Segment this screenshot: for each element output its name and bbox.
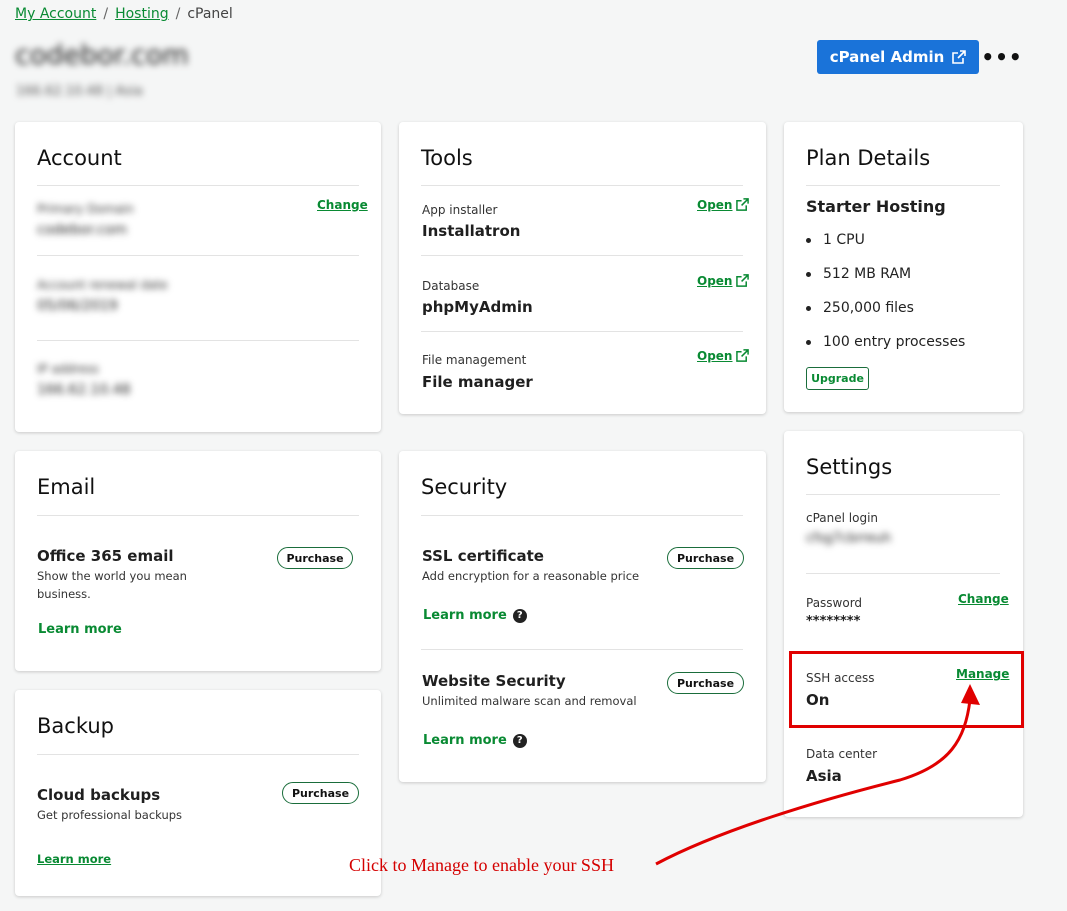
email-purchase-button[interactable]: Purchase — [277, 547, 353, 569]
email-card: Email Office 365 email Show the world yo… — [15, 451, 381, 671]
backup-purchase-button[interactable]: Purchase — [282, 782, 359, 804]
website-security-purchase-button[interactable]: Purchase — [667, 672, 744, 694]
breadcrumb-current: cPanel — [187, 6, 233, 22]
password-label: Password — [806, 596, 863, 610]
plan-features-list: 1 CPU 512 MB RAM 250,000 files 100 entry… — [806, 232, 965, 368]
data-center-value: Asia — [806, 767, 842, 785]
help-icon: ? — [512, 608, 527, 623]
ssl-product-description: Add encryption for a reasonable price — [422, 569, 640, 583]
email-learn-more-link[interactable]: Learn more — [38, 622, 122, 637]
breadcrumb-hosting-link[interactable]: Hosting — [115, 6, 169, 22]
password-value: ******** — [806, 614, 861, 629]
change-domain-link[interactable]: Change — [317, 198, 368, 212]
page-subtitle-ip: 166.62.10.48 | Asia — [16, 84, 143, 99]
settings-card: Settings cPanel login cfsg7cbrreuh Passw… — [784, 431, 1023, 817]
primary-domain-value: codebor.com — [37, 222, 128, 238]
file-management-value: File manager — [422, 373, 533, 391]
data-center-label: Data center — [806, 747, 878, 761]
plan-name: Starter Hosting — [806, 197, 946, 216]
cpanel-login-label: cPanel login — [806, 511, 879, 525]
ssl-product-name: SSL certificate — [422, 547, 544, 565]
more-options-button[interactable]: ••• — [981, 44, 1021, 70]
database-value: phpMyAdmin — [422, 298, 533, 316]
ip-address-value: 166.62.10.48 — [37, 382, 131, 398]
account-title: Account — [37, 146, 122, 170]
website-security-product-name: Website Security — [422, 672, 566, 690]
plan-details-card: Plan Details Starter Hosting 1 CPU 512 M… — [784, 122, 1023, 412]
external-link-icon — [952, 50, 967, 64]
open-installatron-link[interactable]: Open — [697, 198, 750, 212]
email-product-name: Office 365 email — [37, 547, 174, 565]
help-icon: ? — [512, 733, 527, 748]
cpanel-admin-button[interactable]: cPanel Admin — [817, 40, 979, 74]
list-item: 100 entry processes — [806, 334, 965, 368]
upgrade-button[interactable]: Upgrade — [806, 367, 869, 390]
list-item: 1 CPU — [806, 232, 965, 266]
open-file-manager-link[interactable]: Open — [697, 349, 750, 363]
breadcrumb-separator: / — [103, 6, 109, 22]
backup-card: Backup Cloud backups Get professional ba… — [15, 690, 381, 896]
cpanel-admin-label: cPanel Admin — [829, 48, 945, 66]
ssl-learn-more-link[interactable]: Learn more? — [423, 608, 527, 623]
list-item: 250,000 files — [806, 300, 965, 334]
cpanel-login-value: cfsg7cbrreuh — [806, 531, 892, 546]
app-installer-value: Installatron — [422, 222, 521, 240]
website-security-description: Unlimited malware scan and removal — [422, 694, 637, 708]
account-card: Account Primary Domain codebor.com Chang… — [15, 122, 381, 432]
security-title: Security — [421, 475, 508, 499]
renewal-date-value: 05/06/2019 — [37, 298, 118, 314]
email-title: Email — [37, 475, 96, 499]
backup-product-description: Get professional backups — [37, 808, 183, 822]
annotation-text: Click to Manage to enable your SSH — [349, 855, 614, 875]
plan-details-title: Plan Details — [806, 146, 931, 170]
breadcrumb-my-account-link[interactable]: My Account — [15, 6, 96, 22]
external-link-icon — [736, 274, 750, 287]
external-link-icon — [736, 349, 750, 362]
file-management-label: File management — [422, 353, 527, 367]
ip-address-label: IP address — [37, 362, 99, 376]
open-phpmyadmin-link[interactable]: Open — [697, 274, 750, 288]
backup-title: Backup — [37, 714, 114, 738]
database-label: Database — [422, 279, 480, 293]
page-title-domain: codebor.com — [15, 40, 189, 71]
external-link-icon — [736, 198, 750, 211]
primary-domain-label: Primary Domain — [37, 202, 134, 216]
tools-card: Tools App installer Installatron Open Da… — [399, 122, 766, 414]
backup-product-name: Cloud backups — [37, 786, 161, 804]
tools-title: Tools — [421, 146, 473, 170]
breadcrumb-separator: / — [175, 6, 181, 22]
app-installer-label: App installer — [422, 203, 498, 217]
renewal-date-label: Account renewal date — [37, 278, 168, 292]
website-security-learn-more-link[interactable]: Learn more? — [423, 733, 527, 748]
ssl-purchase-button[interactable]: Purchase — [667, 547, 744, 569]
change-password-link[interactable]: Change — [958, 592, 1009, 606]
ssh-highlight-box — [789, 651, 1024, 728]
backup-learn-more-link[interactable]: Learn more — [37, 852, 111, 866]
security-card: Security SSL certificate Add encryption … — [399, 451, 766, 782]
email-product-description: Show the world you mean business. — [37, 569, 187, 601]
settings-title: Settings — [806, 455, 893, 479]
list-item: 512 MB RAM — [806, 266, 965, 300]
breadcrumb: My Account / Hosting / cPanel — [15, 6, 233, 22]
